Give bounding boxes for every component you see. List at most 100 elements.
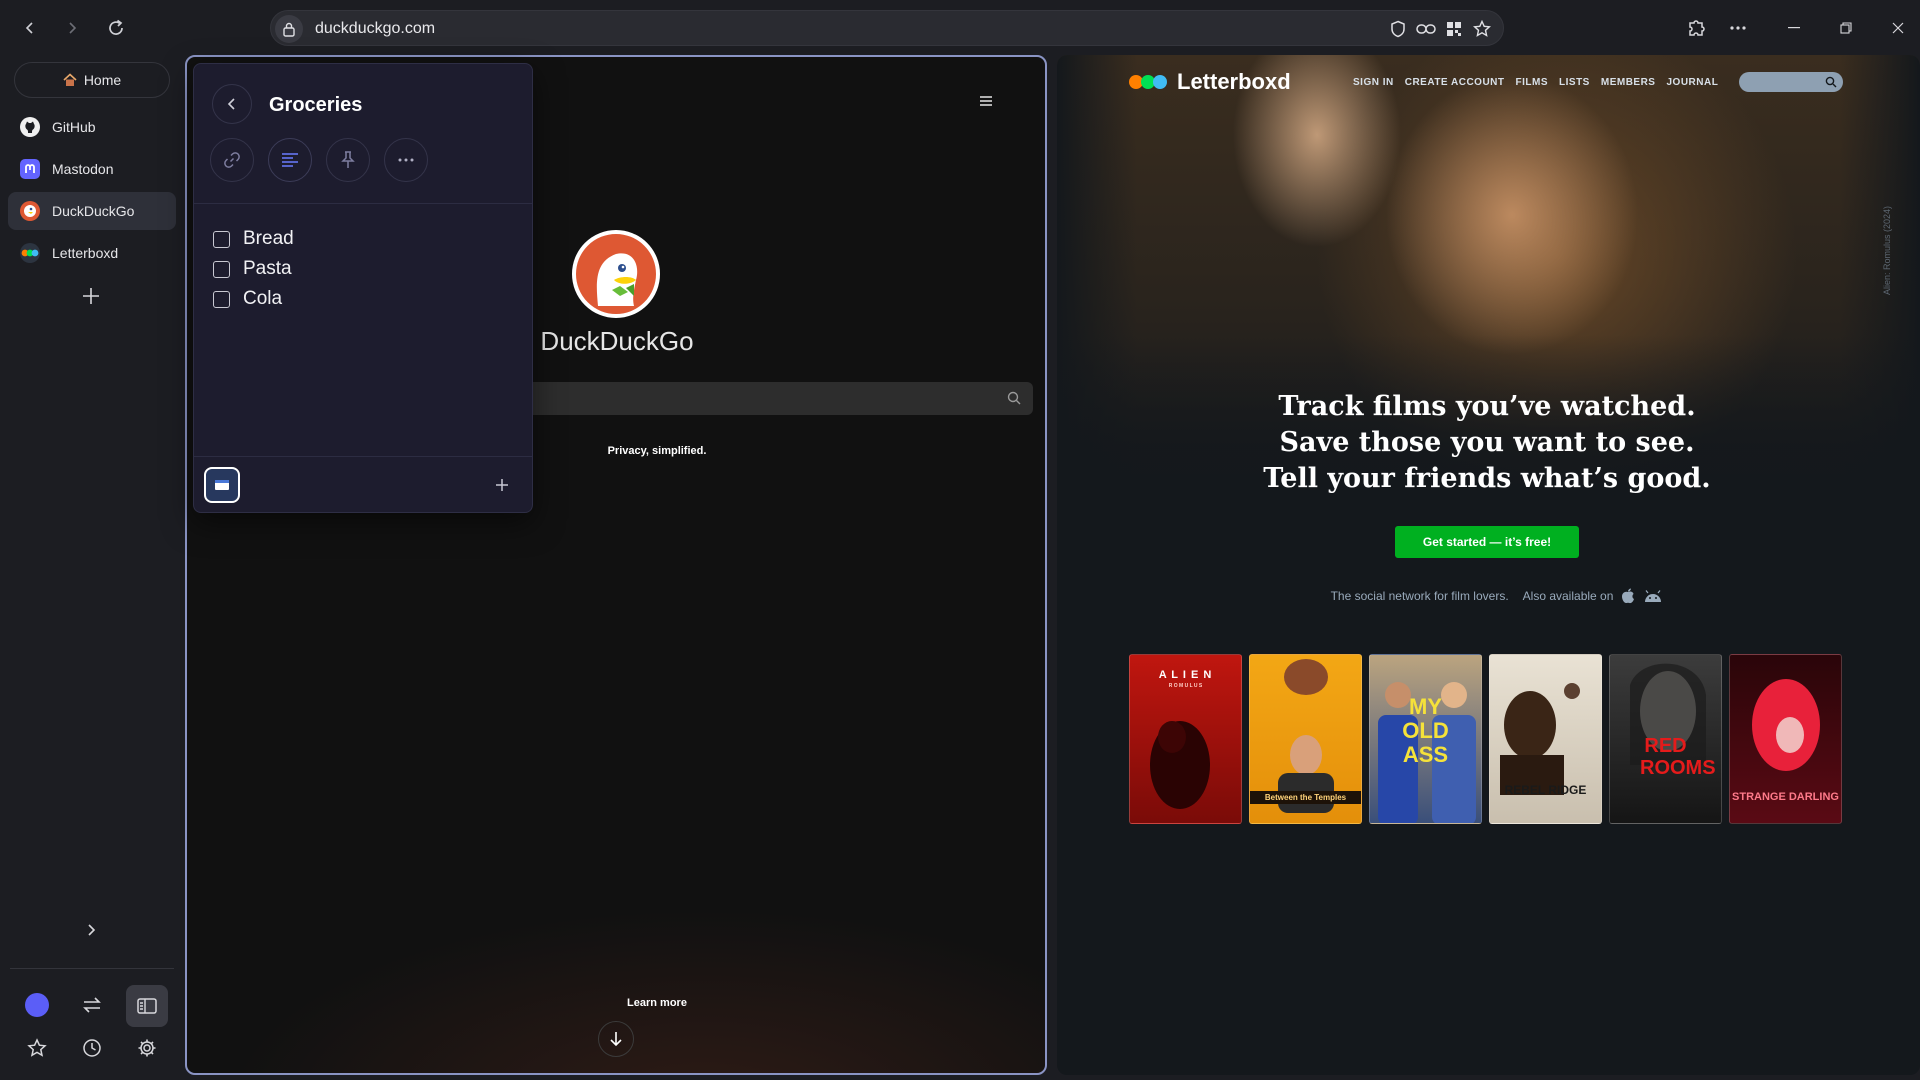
settings-button[interactable]: [127, 1028, 167, 1068]
sync-button[interactable]: [72, 985, 112, 1025]
hamburger-menu-button[interactable]: [979, 95, 999, 115]
nav-lists[interactable]: LISTS: [1559, 77, 1590, 88]
sidebar-item-mastodon[interactable]: Mastodon: [8, 150, 176, 188]
checkbox[interactable]: [213, 230, 230, 248]
home-button[interactable]: Home: [14, 62, 170, 98]
poster-alien-romulus[interactable]: A L I E N R O M U L U S: [1129, 654, 1242, 824]
checklist-item[interactable]: Cola: [213, 288, 282, 310]
social-line: The social network for film lovers. Also…: [1297, 588, 1697, 604]
brand-name: Letterboxd: [1177, 69, 1291, 94]
add-panel-button[interactable]: [71, 276, 111, 316]
checklist-item-label: Pasta: [243, 258, 292, 279]
poster-my-old-ass[interactable]: MY OLD ASS: [1369, 654, 1482, 824]
hero-tagline: Track films you’ve watched. Save those y…: [1207, 389, 1767, 497]
menu-button[interactable]: [1724, 14, 1752, 42]
align-text-icon: [282, 153, 298, 167]
more-horizontal-icon: [1730, 26, 1746, 30]
letterboxd-logo[interactable]: Letterboxd: [1129, 69, 1291, 95]
bookmarks-button[interactable]: [17, 1028, 57, 1068]
social-text: The social network for film lovers.: [1330, 589, 1509, 603]
letterboxd-pane: Letterboxd SIGN IN CREATE ACCOUNT FILMS …: [1057, 55, 1920, 1075]
nav-journal[interactable]: JOURNAL: [1666, 77, 1718, 88]
swap-arrows-icon: [83, 997, 101, 1013]
sidebar-item-letterboxd[interactable]: Letterboxd: [8, 234, 176, 272]
plus-icon: [83, 288, 99, 304]
tagline-line: Save those you want to see.: [1279, 427, 1695, 458]
search-input[interactable]: [1739, 72, 1843, 92]
search-icon: [1825, 76, 1837, 88]
learn-more-link[interactable]: Learn more: [557, 997, 757, 1009]
text-format-button[interactable]: [268, 138, 312, 182]
available-text: Also available on: [1522, 589, 1614, 603]
poster-title: Between the Temples: [1250, 791, 1361, 804]
notes-panel: Groceries Bread Pasta Cola: [193, 63, 533, 513]
hamburger-icon: [980, 96, 992, 106]
copy-link-button[interactable]: [1415, 19, 1437, 39]
duckduckgo-logo: [572, 230, 660, 318]
link-button[interactable]: [210, 138, 254, 182]
search-icon: [1007, 391, 1021, 405]
search-input[interactable]: [519, 382, 1033, 415]
github-icon: [20, 117, 40, 137]
address-bar[interactable]: duckduckgo.com: [270, 10, 1504, 46]
tagline-line: Tell your friends what’s good.: [1263, 463, 1711, 494]
scroll-down-button[interactable]: [598, 1021, 634, 1057]
notes-back-button[interactable]: [212, 84, 252, 124]
bookmark-button[interactable]: [1471, 19, 1493, 39]
checklist-item[interactable]: Pasta: [213, 258, 292, 280]
apple-icon[interactable]: [1621, 588, 1635, 604]
pin-icon: [341, 151, 355, 168]
sidebar-item-label: GitHub: [52, 119, 96, 135]
android-icon[interactable]: [1643, 590, 1663, 602]
add-note-button[interactable]: [490, 473, 514, 497]
sidebar-item-label: Mastodon: [52, 161, 114, 177]
restore-button[interactable]: [1832, 14, 1860, 42]
nav-sign-in[interactable]: SIGN IN: [1353, 77, 1394, 88]
nav-films[interactable]: FILMS: [1516, 77, 1549, 88]
history-button[interactable]: [72, 1028, 112, 1068]
notes-divider: [194, 203, 532, 204]
close-window-button[interactable]: [1884, 14, 1912, 42]
get-started-button[interactable]: Get started — it’s free!: [1395, 526, 1579, 558]
poster-title: REBEL RIDGE: [1504, 783, 1587, 797]
workspace-button[interactable]: [17, 985, 57, 1025]
poster-rebel-ridge[interactable]: REBEL RIDGE: [1489, 654, 1602, 824]
sidebar-divider: [10, 968, 174, 969]
chevron-left-icon: [25, 22, 33, 34]
poster-strange-darling[interactable]: STRANGE DARLING: [1729, 654, 1842, 824]
tagline-line: Track films you’ve watched.: [1278, 391, 1696, 422]
nav-members[interactable]: MEMBERS: [1601, 77, 1656, 88]
back-button[interactable]: [14, 12, 46, 44]
extensions-button[interactable]: [1682, 14, 1710, 42]
forward-button[interactable]: [56, 12, 88, 44]
tagline: Privacy, simplified.: [607, 445, 707, 457]
nav-create-account[interactable]: CREATE ACCOUNT: [1405, 77, 1505, 88]
panel-toggle-button[interactable]: [126, 985, 168, 1027]
site-info-button[interactable]: [275, 15, 303, 43]
sidebar-layout-icon: [137, 998, 157, 1014]
sidebar-item-duckduckgo[interactable]: DuckDuckGo: [8, 192, 176, 230]
expand-sidebar-button[interactable]: [71, 910, 111, 950]
note-title: Groceries: [269, 94, 363, 116]
tracker-shield-button[interactable]: [1387, 19, 1409, 39]
minimize-button[interactable]: [1780, 14, 1808, 42]
checkbox[interactable]: [213, 260, 230, 278]
checklist-item[interactable]: Bread: [213, 228, 294, 250]
shield-icon: [1391, 20, 1405, 38]
poster-row: A L I E N R O M U L U S Between the Temp…: [1129, 654, 1842, 824]
checkbox[interactable]: [213, 290, 230, 308]
qr-code-button[interactable]: [1443, 19, 1465, 39]
note-color-button[interactable]: [204, 467, 240, 503]
link-icon: [224, 152, 240, 168]
poster-between-the-temples[interactable]: Between the Temples: [1249, 654, 1362, 824]
logo-dot-blue: [1153, 75, 1167, 89]
poster-red-rooms[interactable]: RED ROOMS: [1609, 654, 1722, 824]
sidebar-item-github[interactable]: GitHub: [8, 108, 176, 146]
reload-button[interactable]: [100, 12, 132, 44]
pin-button[interactable]: [326, 138, 370, 182]
reload-icon: [109, 19, 123, 35]
more-options-button[interactable]: [384, 138, 428, 182]
letterboxd-icon: [20, 243, 40, 263]
star-icon: [27, 1038, 47, 1057]
backdrop-credit[interactable]: Alien: Romulus (2024): [1882, 206, 1892, 295]
